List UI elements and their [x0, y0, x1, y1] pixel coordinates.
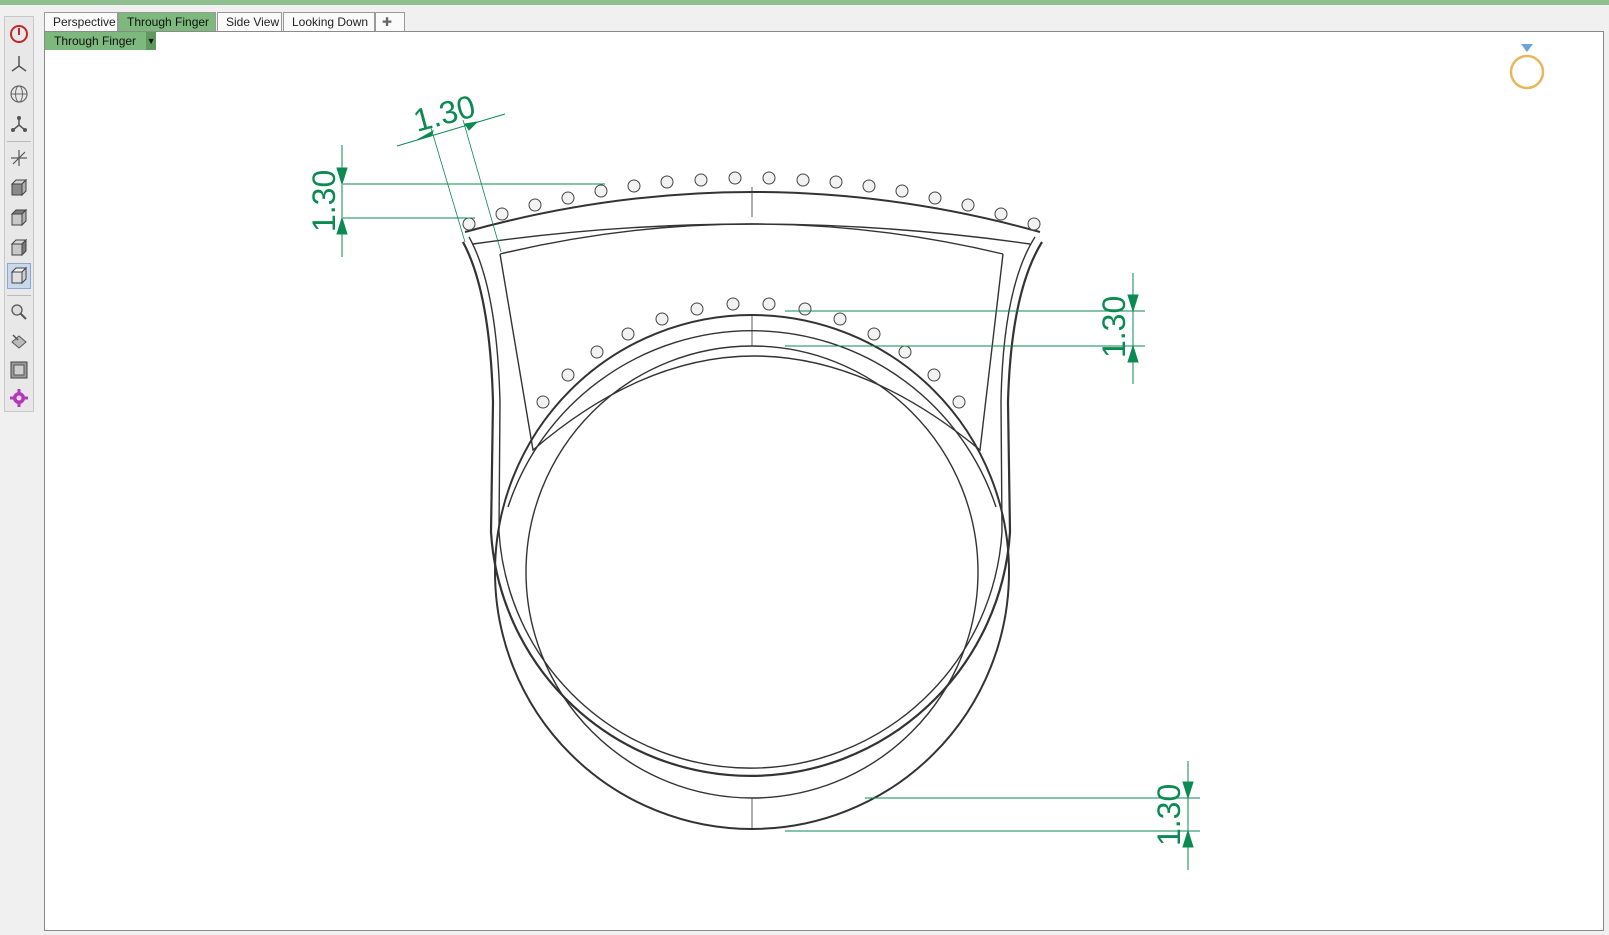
- magnify-tool-button[interactable]: [7, 299, 31, 325]
- add-tab-button[interactable]: ✚: [375, 12, 405, 31]
- views-icon: [11, 56, 27, 72]
- axes-icon: [11, 150, 27, 166]
- window-top-accent-bar: [0, 0, 1609, 5]
- viewport-through-finger[interactable]: Through Finger ▼ 1.30 1.30 1.30 1.30: [44, 31, 1604, 931]
- power-button[interactable]: [7, 21, 31, 47]
- render-tool-icon: [11, 334, 27, 349]
- iso-view-button[interactable]: [7, 263, 31, 289]
- tab-label: Looking Down: [292, 15, 369, 29]
- toolbar-separator: [7, 295, 31, 296]
- tab-label: Side View: [226, 15, 280, 29]
- viewport-tabs: Perspective Through Finger Side View Loo…: [44, 10, 1604, 32]
- cube-top-icon: [10, 208, 28, 227]
- zoom-extents-icon: [10, 361, 28, 379]
- globe-icon: [10, 85, 28, 103]
- cube-iso-icon: [10, 266, 28, 285]
- top-stone-row: [462, 171, 1041, 231]
- views-button[interactable]: [7, 51, 31, 77]
- tab-perspective[interactable]: Perspective: [44, 12, 118, 31]
- gem-settings-button[interactable]: [7, 385, 31, 411]
- tab-label: Perspective: [53, 15, 116, 29]
- tab-label: Through Finger: [127, 15, 210, 29]
- ring-icon: [1509, 44, 1545, 90]
- connect-button[interactable]: [7, 111, 31, 137]
- dimension-label-top-left-diagonal: 1.30: [409, 88, 478, 139]
- side-view-button[interactable]: [7, 235, 31, 261]
- toolbar-separator: [7, 141, 31, 142]
- connect-icon: [11, 116, 27, 132]
- dimension-label-right-middle: 1.30: [1096, 296, 1132, 358]
- dimension-label-top-left-vertical: 1.30: [306, 170, 342, 232]
- globe-button[interactable]: [7, 81, 31, 107]
- ring-outline: [462, 171, 1043, 830]
- ring-drawing: 1.30 1.30 1.30 1.30: [306, 44, 1545, 870]
- power-icon: [10, 25, 28, 43]
- front-view-button[interactable]: [7, 175, 31, 201]
- view-toolbar: [4, 16, 34, 412]
- tab-side-view[interactable]: Side View: [217, 12, 282, 31]
- plus-icon: ✚: [382, 15, 393, 29]
- cube-side-icon: [10, 238, 28, 257]
- zoom-extents-button[interactable]: [7, 357, 31, 383]
- top-view-button[interactable]: [7, 205, 31, 231]
- axes-button[interactable]: [7, 145, 31, 171]
- magnify-tool-icon: [11, 304, 27, 320]
- dimension-label-bottom-right: 1.30: [1151, 784, 1187, 846]
- tab-looking-down[interactable]: Looking Down: [283, 12, 375, 31]
- render-tool-button[interactable]: [7, 329, 31, 355]
- cube-front-icon: [10, 178, 28, 197]
- gem-settings-icon: [10, 389, 28, 407]
- tab-through-finger[interactable]: Through Finger: [118, 12, 216, 31]
